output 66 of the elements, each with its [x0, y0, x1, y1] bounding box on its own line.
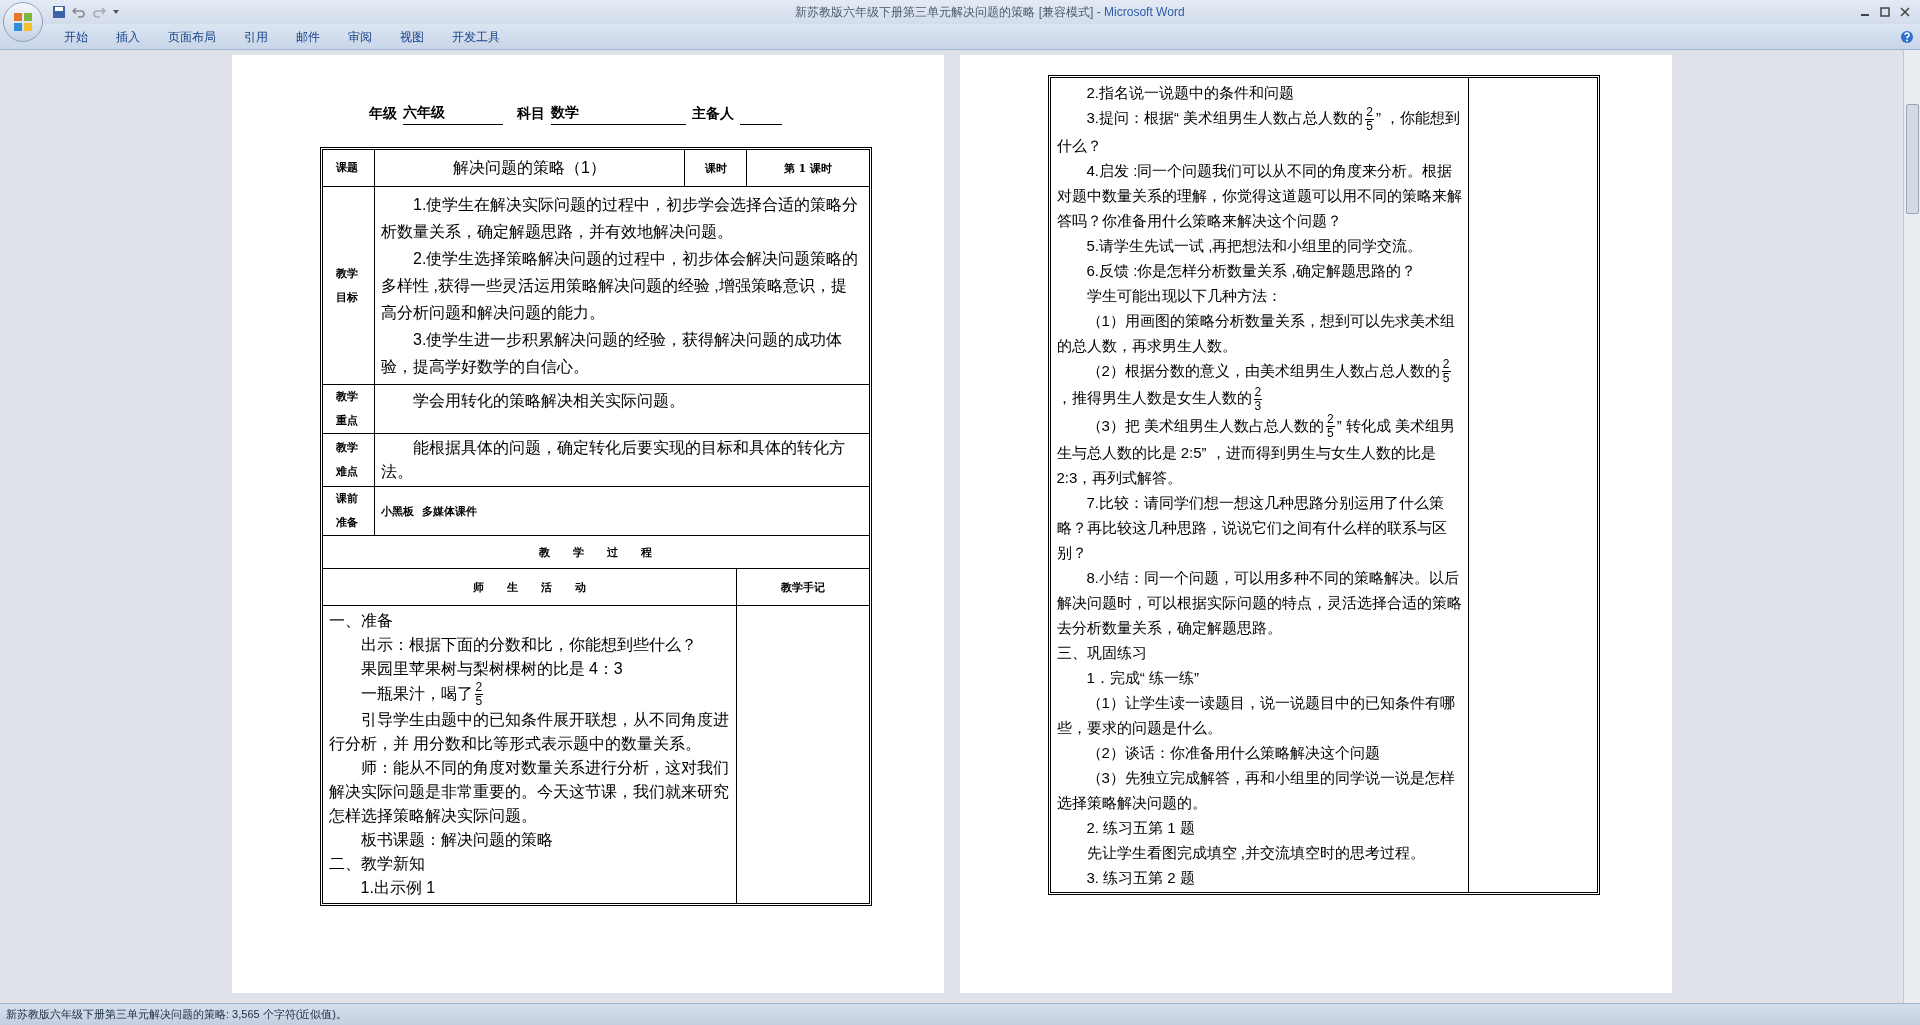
row-label: 课时 [704, 162, 727, 175]
paragraph: 1．完成“ 练一练” [1085, 668, 1200, 689]
ribbon-tab[interactable]: 审阅 [334, 24, 386, 49]
close-icon[interactable] [1900, 7, 1910, 17]
field-label: 科目 [517, 104, 545, 123]
window-title: 新苏教版六年级下册第三单元解决问题的策略 [兼容模式] - Microsoft Word [795, 4, 1185, 21]
paragraph: 7.比较：请同学们想一想这几种思路分别运用了什么策略？再比较这几种思路，说说它们之间有什么样的联系与区别？ [1056, 493, 1448, 564]
paragraph: 三、巩固练习 [1056, 643, 1148, 664]
vertical-scrollbar[interactable] [1903, 50, 1920, 1003]
row-label: 教学难点 [336, 440, 360, 480]
ribbon-tab[interactable]: 引用 [230, 24, 282, 49]
paragraph: （2）谈话：你准备用什么策略解决这个问题 [1085, 743, 1381, 764]
paragraph: 能根据具体的问题，确定转化后要实现的目标和具体的转化方法。 [381, 438, 846, 482]
section-heading: 教 学 过 程 [539, 546, 652, 559]
help-icon[interactable] [1900, 29, 1914, 44]
ribbon-tab[interactable]: 插入 [102, 24, 154, 49]
paragraph: 5.请学生先试一试 ,再把想法和小组里的同学交流。 [1085, 235, 1424, 256]
paragraph: 2.使学生选择策略解决问题的过程中，初步体会解决问题策略的多样性 ,获得一些灵活运用策略解决问题的经验 ,增强策略意识，提高分析问题和解决问题的能力。 [381, 249, 860, 323]
lesson-period: 第 1 课时 [783, 162, 832, 175]
paragraph: 引导学生由题中的已知条件展开联想，从不同角度进行分析，并 用分数和比等形式表示题中的数量关系。 [328, 710, 730, 754]
ribbon-tab[interactable]: 页面布局 [154, 24, 230, 49]
paragraph: 板书课题：解决问题的策略 [359, 830, 554, 850]
paragraph: 1.出示例 1 [359, 878, 437, 898]
paragraph: 出示：根据下面的分数和比，你能想到些什么？ [359, 635, 698, 655]
paragraph: （1）用画图的策略分析数量关系，想到可以先求美术组的总人数，再求男生人数。 [1056, 310, 1456, 356]
paragraph: 2. 练习五第 1 题 [1085, 818, 1196, 839]
paragraph: 4.启发 :同一个问题我们可以从不同的角度来分析。根据对题中数量关系的理解，你觉得这道题可以用不同的策略来解答吗？你准备用什么策略来解决这个问题？ [1056, 160, 1462, 231]
save-icon[interactable] [52, 5, 66, 19]
paragraph: 1.使学生在解决实际问题的过程中，初步学会选择合适的策略分析数量关系，确定解题思路，并有效地解决问题。 [381, 195, 860, 242]
undo-icon[interactable] [72, 5, 86, 19]
row-label: 课题 [336, 160, 360, 176]
paragraph: （3）先独立完成解答，再和小组里的同学说一说是怎样选择策略解决问题的。 [1056, 768, 1456, 814]
paragraph: 3. 练习五第 2 题 [1085, 868, 1196, 889]
office-logo-icon [12, 11, 34, 33]
paragraph: 6.反馈 :你是怎样分析数量关系 ,确定解题思路的？ [1085, 260, 1417, 281]
maximize-icon[interactable] [1880, 7, 1890, 17]
office-button[interactable] [3, 2, 43, 42]
field-label: 主备人 [692, 104, 734, 123]
paragraph: 2.指名说一说题中的条件和问题 [1085, 83, 1295, 103]
column-heading: 教学手记 [780, 581, 825, 594]
paragraph: 学会用转化的策略解决相关实际问题。 [412, 391, 686, 411]
paragraph: 师：能从不同的角度对数量关系进行分析，这对我们解决实际问题是非常重要的。今天这节课，我们就来研究怎样选择策略解决实际问题。 [328, 758, 730, 826]
row-label: 课前准备 [336, 491, 360, 531]
preparation-text: 小黑板 多媒体课件 [381, 505, 477, 518]
ribbon-tab[interactable]: 视图 [386, 24, 438, 49]
customize-dropdown-icon[interactable] [112, 8, 120, 16]
paragraph: （1）让学生读一读题目，说一说题目中的已知条件有哪些，要求的问题是什么。 [1056, 693, 1456, 739]
paragraph: 学生可能出现以下几种方法： [1085, 285, 1283, 306]
ribbon-tab[interactable]: 开始 [50, 24, 102, 49]
paragraph: 二、教学新知 [328, 854, 426, 874]
row-label: 教学目标 [336, 265, 360, 306]
column-heading: 师 生 活 动 [472, 581, 586, 594]
field-label: 年级 [369, 104, 397, 123]
lesson-topic: 解决问题的策略（1） [453, 159, 606, 176]
paragraph: 先让学生看图完成填空 ,并交流填空时的思考过程。 [1085, 843, 1426, 864]
paragraph: 果园里苹果树与梨树棵树的比是 4：3 [359, 659, 624, 679]
ribbon-tab[interactable]: 邮件 [282, 24, 334, 49]
status-text: 新苏教版六年级下册第三单元解决问题的策略: 3,565 个字符(近似值)。 [6, 1007, 348, 1023]
paragraph: 3.使学生进一步积累解决问题的经验，获得解决问题的成功体验，提高学好数学的自信心。 [381, 330, 844, 377]
ribbon-tab[interactable]: 开发工具 [438, 24, 514, 49]
row-label: 教学重点 [336, 389, 360, 429]
fill-in-line: 数学 [551, 100, 686, 125]
paragraph: 一、准备 [328, 611, 394, 631]
paragraph: 8.小结：同一个问题，可以用多种不同的策略解决。以后解决问题时，可以根据实际问题的特点，灵活选择合适的策略去分析数量关系，确定解题思路。 [1056, 568, 1462, 639]
scrollbar-thumb[interactable] [1905, 104, 1919, 214]
fill-in-line: 六年级 [403, 100, 503, 125]
